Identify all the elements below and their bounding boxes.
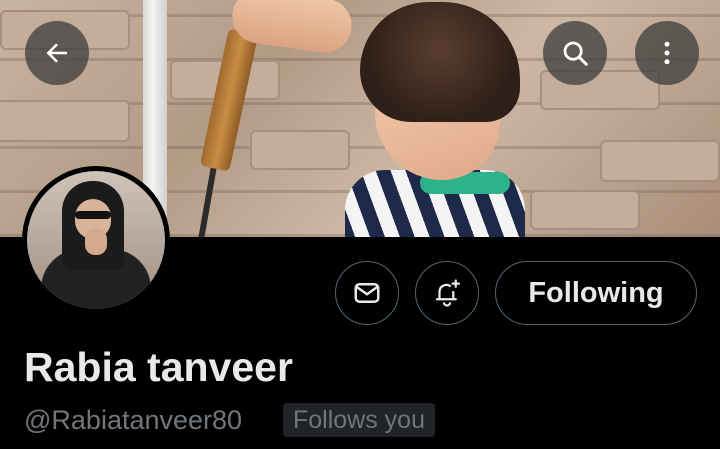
more-options-button[interactable] bbox=[635, 21, 699, 85]
arrow-left-icon bbox=[46, 43, 67, 63]
avatar[interactable] bbox=[22, 166, 170, 314]
banner-hair bbox=[360, 2, 520, 122]
avatar-image bbox=[27, 171, 165, 309]
display-name: Rabia tanveer bbox=[24, 344, 293, 390]
search-icon bbox=[563, 41, 588, 66]
banner-rod bbox=[198, 160, 218, 237]
message-button[interactable] bbox=[335, 261, 399, 325]
search-button[interactable] bbox=[543, 21, 607, 85]
envelope-icon bbox=[354, 283, 380, 303]
user-handle: @Rabiatanveer80 bbox=[24, 405, 243, 435]
back-button[interactable] bbox=[25, 21, 89, 85]
bell-plus-icon bbox=[435, 279, 460, 307]
following-button[interactable]: Following bbox=[495, 261, 697, 325]
notifications-button[interactable] bbox=[415, 261, 479, 325]
more-vertical-icon bbox=[664, 41, 670, 65]
follows-you-badge: Follows you bbox=[283, 403, 435, 437]
